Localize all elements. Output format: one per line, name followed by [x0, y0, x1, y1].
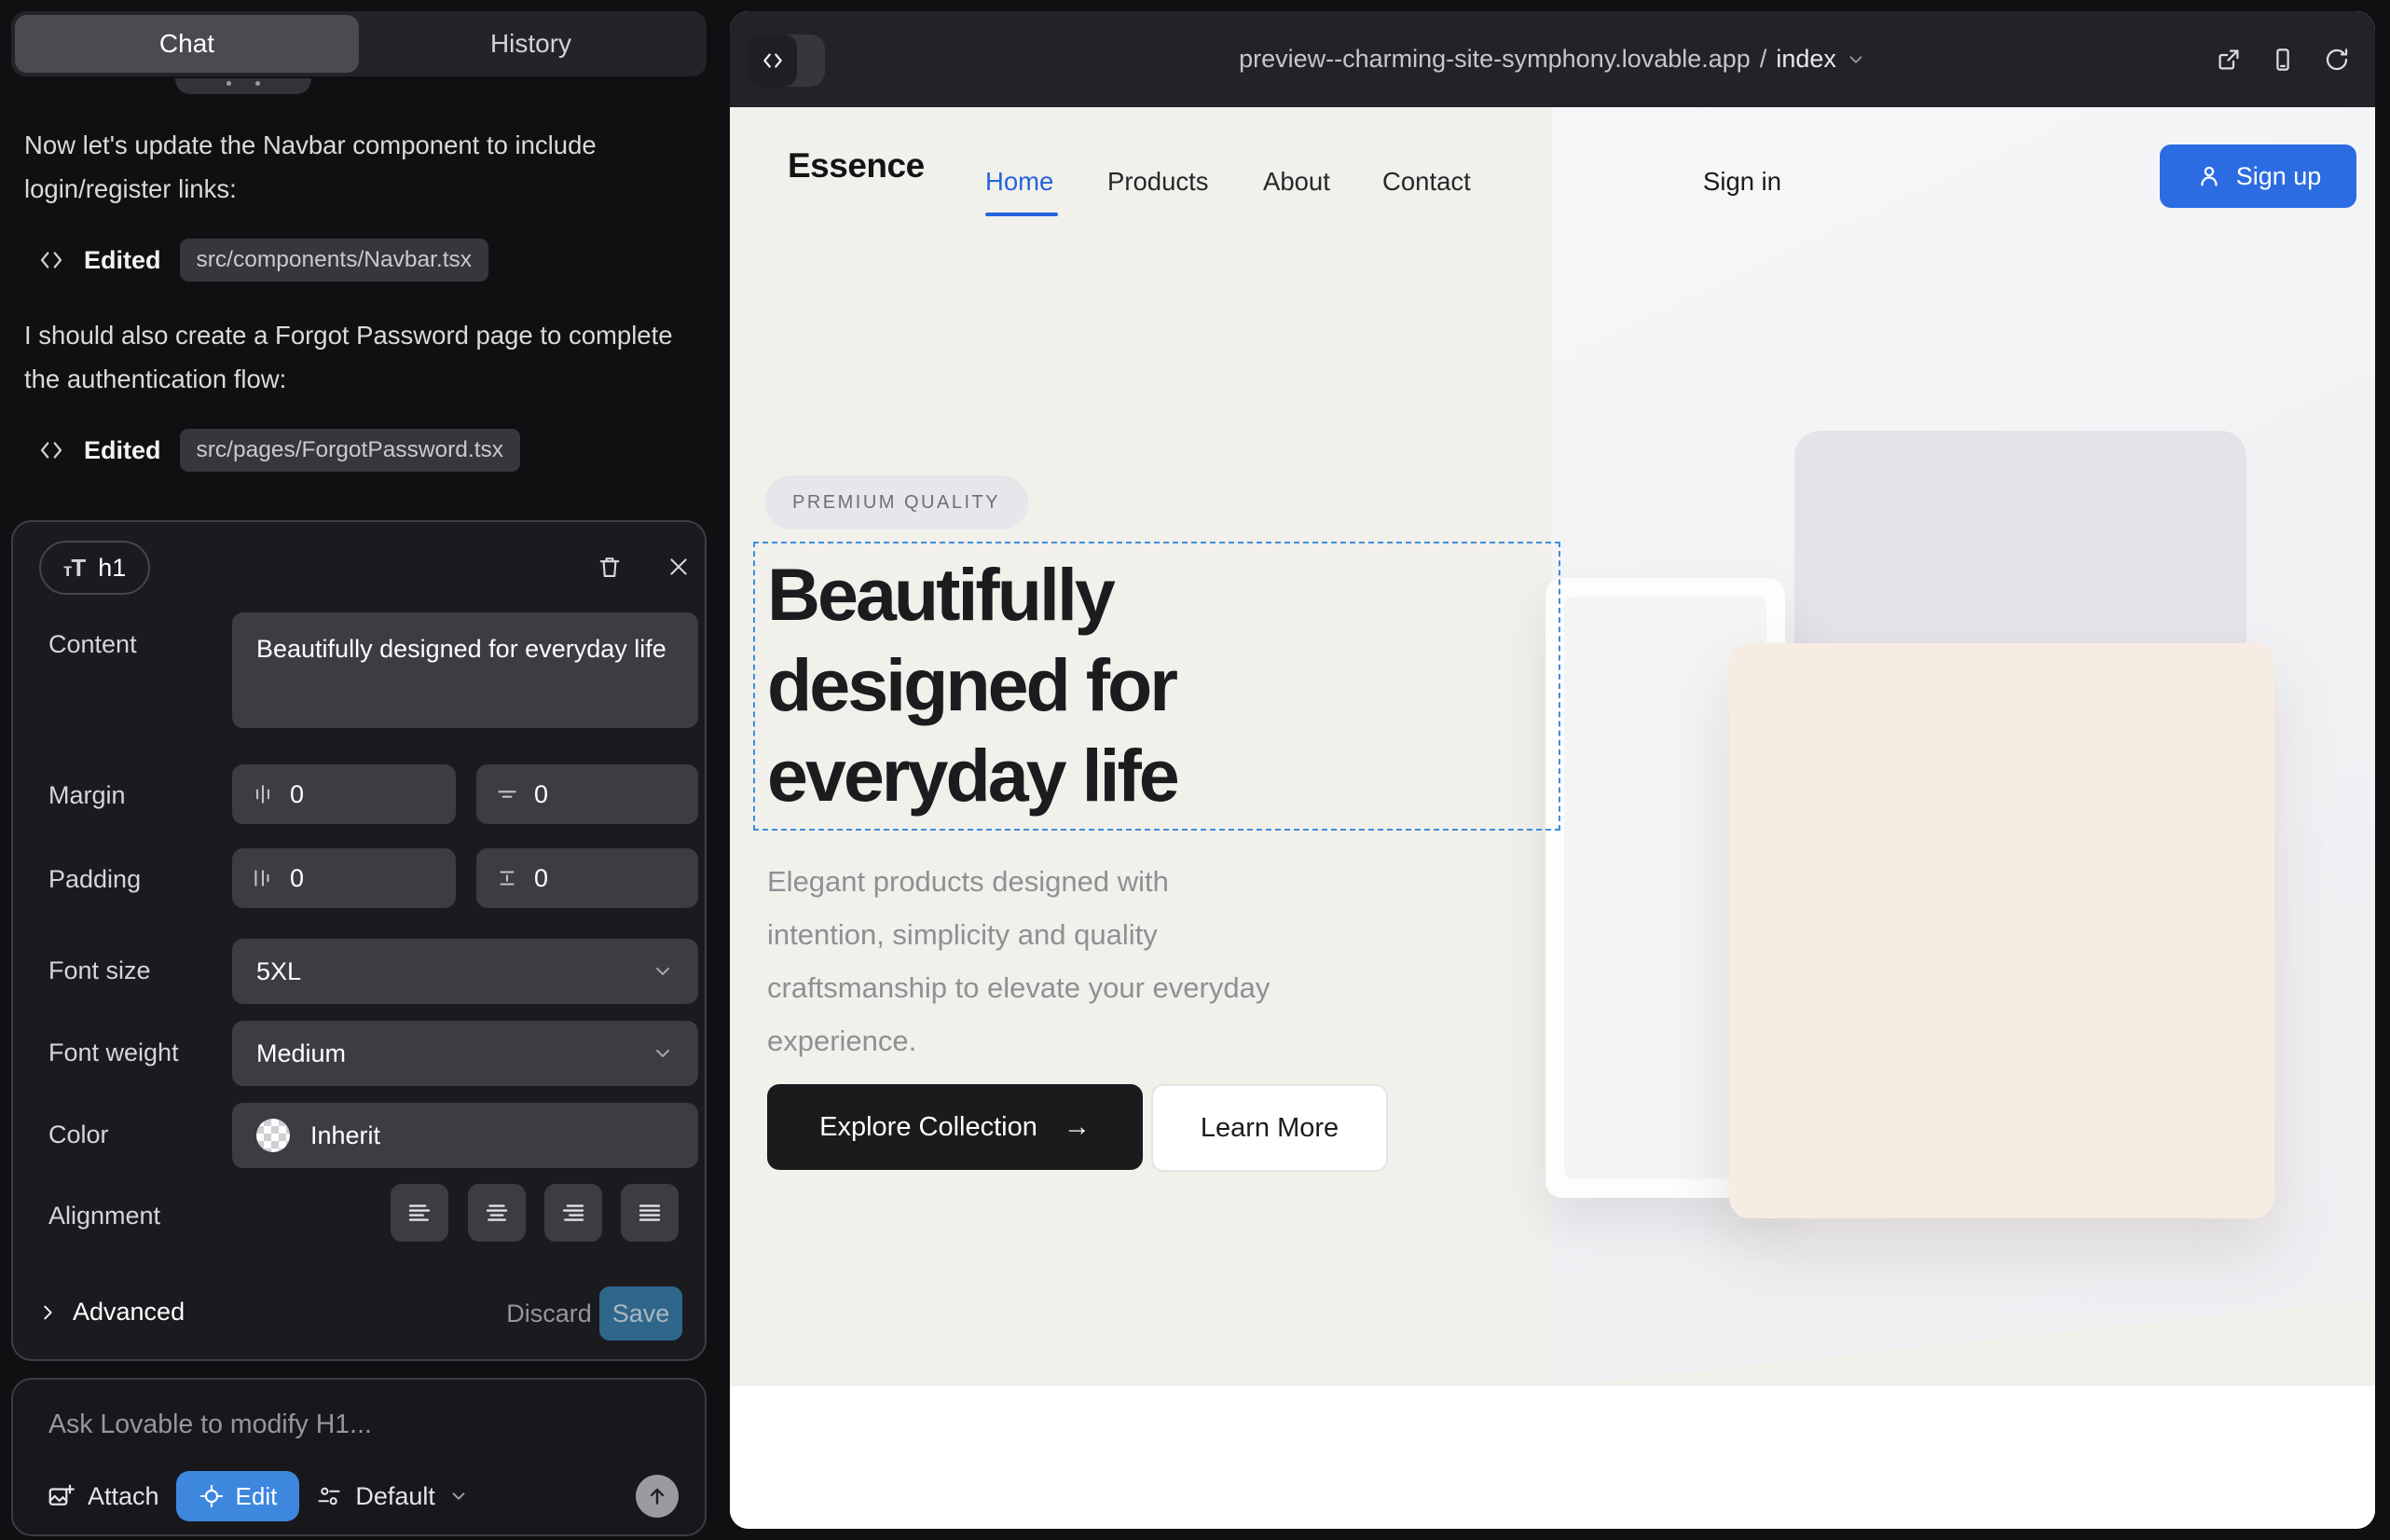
sign-up-button[interactable]: Sign up: [2160, 144, 2356, 208]
align-justify-button[interactable]: [621, 1184, 679, 1242]
open-external-icon[interactable]: [2215, 46, 2243, 74]
user-icon: [2195, 162, 2223, 190]
advanced-toggle[interactable]: Advanced: [37, 1298, 185, 1327]
page-name: index: [1776, 45, 1836, 74]
element-editor-panel: тT h1 Content Beautifully designed for e…: [11, 520, 707, 1361]
learn-more-button[interactable]: Learn More: [1151, 1084, 1388, 1172]
content-label: Content: [48, 630, 137, 659]
font-size-select[interactable]: 5XL: [232, 939, 698, 1004]
explore-collection-button[interactable]: Explore Collection →: [767, 1084, 1143, 1170]
chevron-down-icon: [448, 1486, 469, 1506]
sliders-icon: [316, 1483, 342, 1509]
edited-label: Edited: [84, 436, 161, 465]
app-window: Chat History Now let's update the Navbar…: [0, 0, 2390, 1540]
nav-active-underline: [985, 213, 1058, 216]
url-bar[interactable]: preview--charming-site-symphony.lovable.…: [730, 11, 2375, 107]
padding-vertical-icon: [495, 866, 519, 890]
color-label: Color: [48, 1121, 109, 1149]
arrow-right-icon: →: [1064, 1112, 1091, 1143]
save-button[interactable]: Save: [599, 1286, 682, 1341]
chat-message: Now let's update the Navbar component to…: [24, 123, 686, 211]
padding-x-input[interactable]: 0: [232, 848, 456, 908]
close-panel-icon[interactable]: [658, 546, 699, 587]
nav-contact[interactable]: Contact: [1382, 167, 1471, 197]
padding-y-input[interactable]: 0: [476, 848, 698, 908]
file-chip[interactable]: src/pages/ForgotPassword.tsx: [180, 429, 521, 472]
content-input[interactable]: Beautifully designed for everyday life: [232, 612, 698, 728]
element-tag-badge: тT h1: [39, 541, 150, 595]
padding-horizontal-icon: [251, 866, 275, 890]
chat-history-tabs: Chat History: [11, 11, 707, 76]
mobile-view-icon[interactable]: [2269, 46, 2297, 74]
edited-file-row: Edited src/components/Navbar.tsx: [37, 239, 488, 282]
font-weight-select[interactable]: Medium: [232, 1021, 698, 1086]
align-left-button[interactable]: [391, 1184, 448, 1242]
element-tag-name: h1: [98, 554, 126, 583]
selected-element-outline: [753, 542, 1560, 831]
hero-section: Essence Home Products About Contact Sign…: [730, 107, 2375, 1386]
composer-input[interactable]: Ask Lovable to modify H1...: [48, 1409, 372, 1440]
model-default-dropdown[interactable]: Default: [316, 1482, 469, 1511]
sign-in-link[interactable]: Sign in: [1703, 167, 1781, 197]
preview-browser-frame: preview--charming-site-symphony.lovable.…: [730, 11, 2375, 1529]
color-select[interactable]: Inherit: [232, 1103, 698, 1168]
chevron-right-icon: [37, 1302, 58, 1323]
align-right-button[interactable]: [544, 1184, 602, 1242]
preview-url: preview--charming-site-symphony.lovable.…: [1239, 45, 1751, 74]
discard-button[interactable]: Discard: [498, 1286, 600, 1341]
site-logo[interactable]: Essence: [788, 146, 925, 186]
font-size-label: Font size: [48, 956, 151, 985]
edited-file-row: Edited src/pages/ForgotPassword.tsx: [37, 429, 520, 472]
file-chip[interactable]: src/components/Navbar.tsx: [180, 239, 488, 282]
align-center-button[interactable]: [468, 1184, 526, 1242]
edited-label: Edited: [84, 246, 161, 275]
premium-quality-badge: PREMIUM QUALITY: [764, 475, 1028, 529]
chevron-down-icon: [1846, 49, 1866, 70]
tab-chat[interactable]: Chat: [15, 15, 359, 73]
font-weight-label: Font weight: [48, 1038, 179, 1067]
refresh-icon[interactable]: [2323, 46, 2351, 74]
code-icon: [37, 246, 65, 274]
clipped-scrolled-button[interactable]: [175, 78, 311, 94]
chevron-down-icon: [652, 1042, 674, 1065]
browser-chrome-bar: preview--charming-site-symphony.lovable.…: [730, 11, 2375, 107]
code-icon: [37, 436, 65, 464]
nav-home[interactable]: Home: [985, 167, 1053, 197]
product-image-placeholder-front: [1729, 643, 2274, 1218]
padding-label: Padding: [48, 865, 141, 894]
attach-button[interactable]: Attach: [47, 1482, 159, 1511]
delete-element-button[interactable]: [589, 546, 630, 587]
tab-history[interactable]: History: [359, 15, 703, 73]
margin-vertical-icon: [495, 782, 519, 806]
margin-label: Margin: [48, 781, 126, 810]
chat-message: I should also create a Forgot Password p…: [24, 313, 686, 401]
target-icon: [199, 1483, 225, 1509]
alignment-label: Alignment: [48, 1202, 160, 1231]
chevron-down-icon: [652, 960, 674, 983]
hero-paragraph: Elegant products designed with intention…: [767, 855, 1275, 1067]
margin-y-input[interactable]: 0: [476, 764, 698, 824]
send-button[interactable]: [636, 1475, 679, 1518]
color-swatch-transparent: [256, 1119, 290, 1152]
margin-x-input[interactable]: 0: [232, 764, 456, 824]
nav-products[interactable]: Products: [1107, 167, 1209, 197]
preview-page: Essence Home Products About Contact Sign…: [730, 107, 2375, 1529]
margin-horizontal-icon: [251, 782, 275, 806]
edit-mode-button[interactable]: Edit: [176, 1471, 300, 1521]
chat-composer: Ask Lovable to modify H1... Attach Edit …: [11, 1378, 707, 1536]
attach-image-icon: [47, 1482, 75, 1510]
text-type-icon: тT: [63, 554, 85, 583]
nav-about[interactable]: About: [1263, 167, 1330, 197]
